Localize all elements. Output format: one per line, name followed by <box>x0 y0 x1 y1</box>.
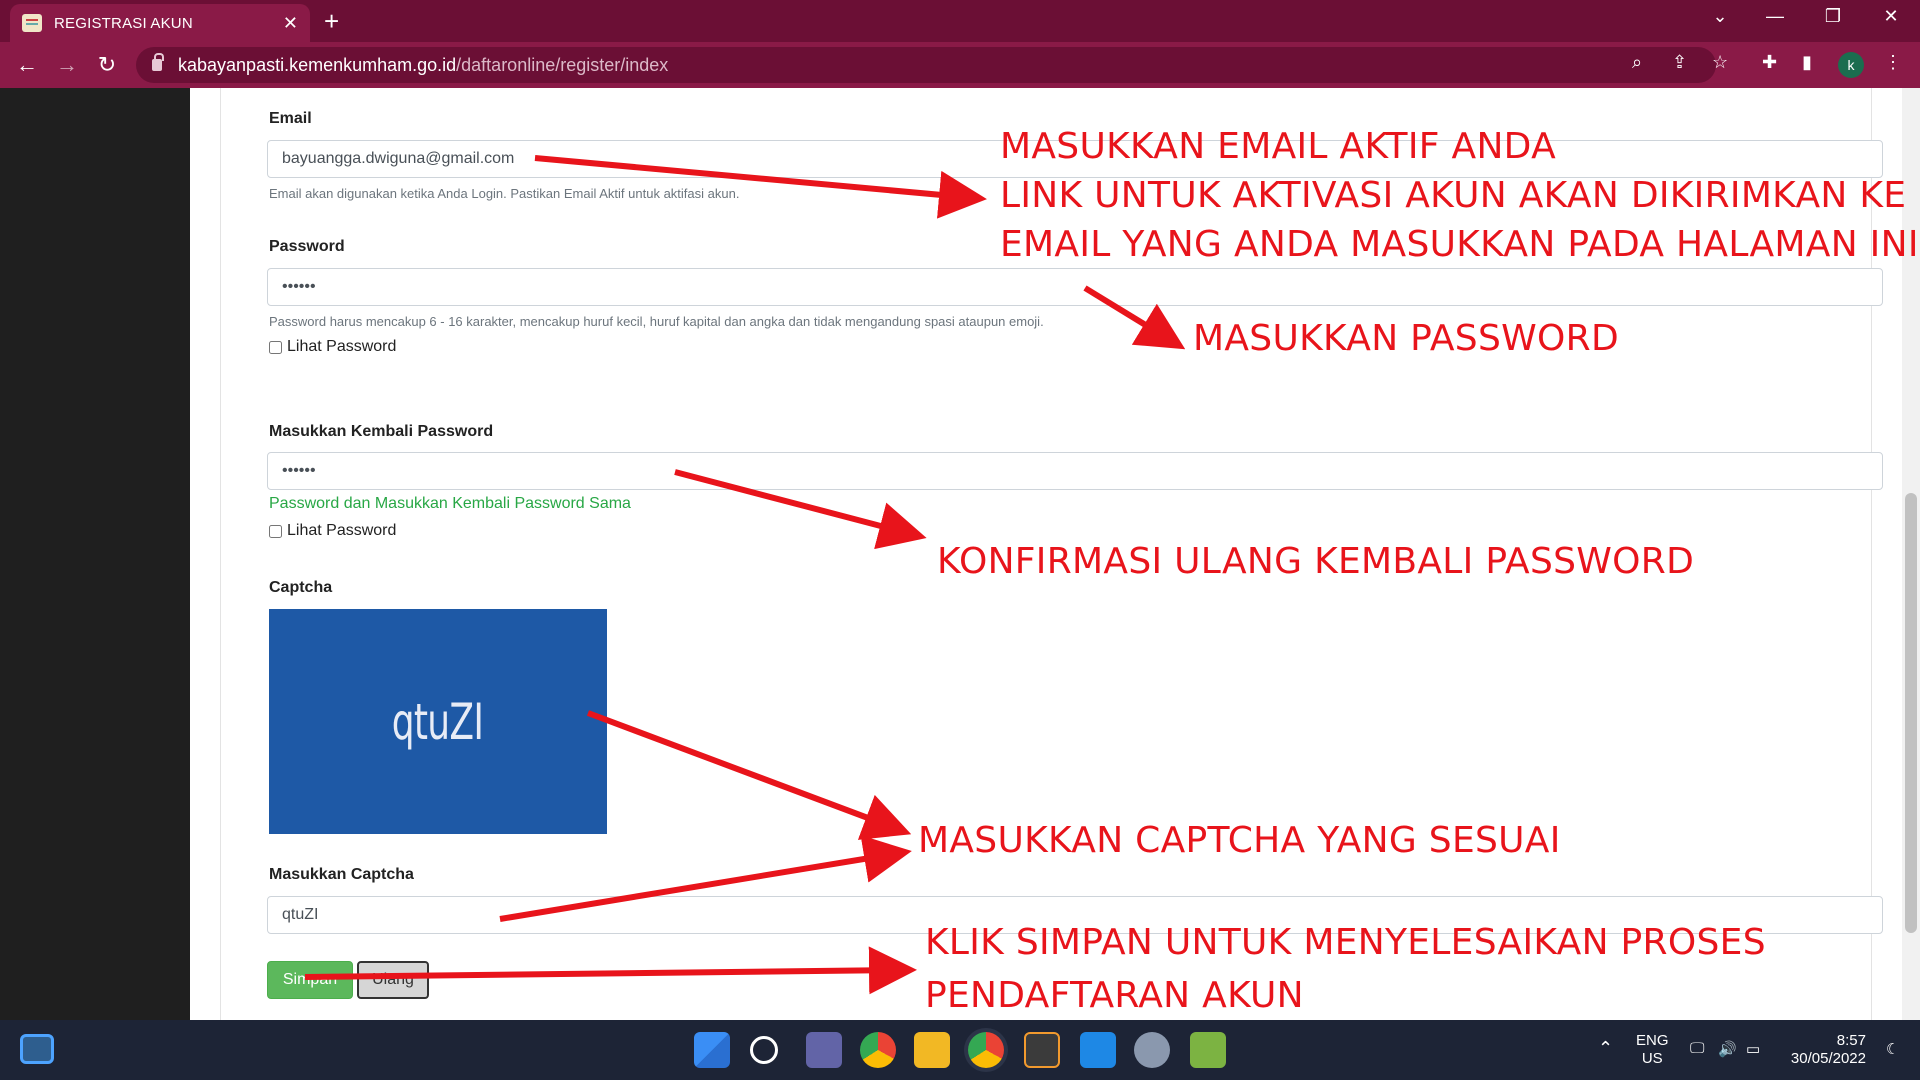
browser-titlebar: REGISTRASI AKUN ✕ + ⌄ — ❐ ✕ <box>0 0 1920 42</box>
file-explorer-icon[interactable] <box>914 1032 950 1068</box>
show-password-label: Lihat Password <box>287 338 397 355</box>
share-icon[interactable]: ⇪ <box>1672 52 1687 73</box>
clock[interactable]: 8:57 30/05/2022 <box>1786 1032 1866 1068</box>
captcha-text: qtuZI <box>392 692 484 751</box>
profile-avatar[interactable]: k <box>1838 52 1864 78</box>
taskbar: ⌃ ENG US 🖵 🔊 ▭ 8:57 30/05/2022 ☾ <box>0 1020 1920 1080</box>
tab-search-icon[interactable]: ⌄ <box>1700 6 1740 27</box>
password-field[interactable]: •••••• <box>267 268 1883 306</box>
save-button[interactable]: Simpan <box>267 961 353 999</box>
chrome-profile-icon[interactable] <box>968 1032 1004 1068</box>
scrollbar-thumb[interactable] <box>1905 493 1917 933</box>
site-favicon-icon <box>22 14 42 32</box>
annotation-email-1: MASUKKAN EMAIL AKTIF ANDA <box>1000 126 1556 167</box>
teams-icon[interactable] <box>806 1032 842 1068</box>
chrome-icon[interactable] <box>860 1032 896 1068</box>
zoom-icon[interactable]: ⌕ <box>1632 52 1642 73</box>
captcha-label: Captcha <box>269 579 333 596</box>
browser-toolbar: ← → ↻ kabayanpasti.kemenkumham.go.id/daf… <box>0 42 1920 88</box>
back-arrow-icon[interactable]: ← <box>12 50 42 80</box>
extensions-puzzle-icon[interactable]: ✚ <box>1762 52 1777 73</box>
annotation-captcha: MASUKKAN CAPTCHA YANG SESUAI <box>918 820 1561 861</box>
side-panel-icon[interactable]: ▮ <box>1802 52 1812 73</box>
tab-title: REGISTRASI AKUN <box>54 14 193 32</box>
email-help-text: Email akan digunakan ketika Anda Login. … <box>269 186 740 201</box>
network-icon[interactable]: 🖵 <box>1690 1040 1704 1057</box>
widgets-icon[interactable] <box>20 1034 54 1064</box>
battery-icon[interactable]: ▭ <box>1746 1040 1760 1058</box>
url-host: kabayanpasti.kemenkumham.go.id <box>178 54 457 75</box>
minimize-button[interactable]: — <box>1755 6 1795 27</box>
show-password-check[interactable] <box>269 340 282 354</box>
confirm-password-label: Masukkan Kembali Password <box>269 423 494 440</box>
sublime-text-icon[interactable] <box>1024 1032 1060 1068</box>
bookmark-star-icon[interactable]: ☆ <box>1712 52 1728 73</box>
address-bar[interactable]: kabayanpasti.kemenkumham.go.id/daftaronl… <box>136 47 1716 83</box>
show-password-checkbox[interactable]: Lihat Password <box>269 338 396 356</box>
annotation-email-2: LINK UNTUK AKTIVASI AKUN AKAN DIKIRIMKAN… <box>1000 175 1907 216</box>
reload-icon[interactable]: ↻ <box>92 50 122 80</box>
annotation-confirm-password: KONFIRMASI ULANG KEMBALI PASSWORD <box>937 541 1695 582</box>
clock-date: 30/05/2022 <box>1790 1050 1866 1067</box>
language-code: ENG <box>1636 1032 1669 1049</box>
volume-icon[interactable]: 🔊 <box>1718 1040 1737 1058</box>
show-confirm-password-check[interactable] <box>269 524 282 538</box>
annotation-email-3: EMAIL YANG ANDA MASUKKAN PADA HALAMAN IN… <box>1000 224 1919 265</box>
start-windows-icon[interactable] <box>694 1032 730 1068</box>
vscode-icon[interactable] <box>1080 1032 1116 1068</box>
close-tab-icon[interactable]: ✕ <box>283 13 298 34</box>
password-help-text: Password harus mencakup 6 - 16 karakter,… <box>269 314 1044 329</box>
annotation-save-2: PENDAFTARAN AKUN <box>925 975 1304 1016</box>
new-tab-button[interactable]: + <box>324 6 339 36</box>
language-indicator[interactable]: ENG US <box>1636 1032 1669 1068</box>
password-match-message: Password dan Masukkan Kembali Password S… <box>269 495 631 512</box>
confirm-password-field[interactable]: •••••• <box>267 452 1883 490</box>
settings-gear-icon[interactable] <box>1134 1032 1170 1068</box>
language-region: US <box>1641 1050 1663 1067</box>
show-confirm-password-label: Lihat Password <box>287 522 397 539</box>
show-confirm-password-checkbox[interactable]: Lihat Password <box>269 522 396 540</box>
reset-button[interactable]: Ulang <box>357 961 429 999</box>
image-viewer-icon[interactable] <box>1190 1032 1226 1068</box>
close-window-button[interactable]: ✕ <box>1871 6 1911 27</box>
url-path: /daftaronline/register/index <box>456 54 669 75</box>
notifications-icon[interactable]: ☾ <box>1886 1040 1899 1058</box>
lock-icon <box>152 53 164 71</box>
captcha-image: qtuZI <box>269 609 607 834</box>
menu-kebab-icon[interactable]: ⋮ <box>1884 52 1902 73</box>
browser-tab[interactable]: REGISTRASI AKUN ✕ <box>10 4 310 42</box>
clock-time: 8:57 <box>1836 1032 1866 1049</box>
tray-chevron-up-icon[interactable]: ⌃ <box>1598 1038 1613 1059</box>
annotation-password: MASUKKAN PASSWORD <box>1193 318 1619 359</box>
restore-button[interactable]: ❐ <box>1813 6 1853 27</box>
email-label: Email <box>269 110 312 127</box>
annotation-save-1: KLIK SIMPAN UNTUK MENYELESAIKAN PROSES <box>925 922 1766 963</box>
forward-arrow-icon[interactable]: → <box>52 50 82 80</box>
captcha-input-label: Masukkan Captcha <box>269 866 414 883</box>
password-label: Password <box>269 238 345 255</box>
search-icon[interactable] <box>750 1036 778 1064</box>
